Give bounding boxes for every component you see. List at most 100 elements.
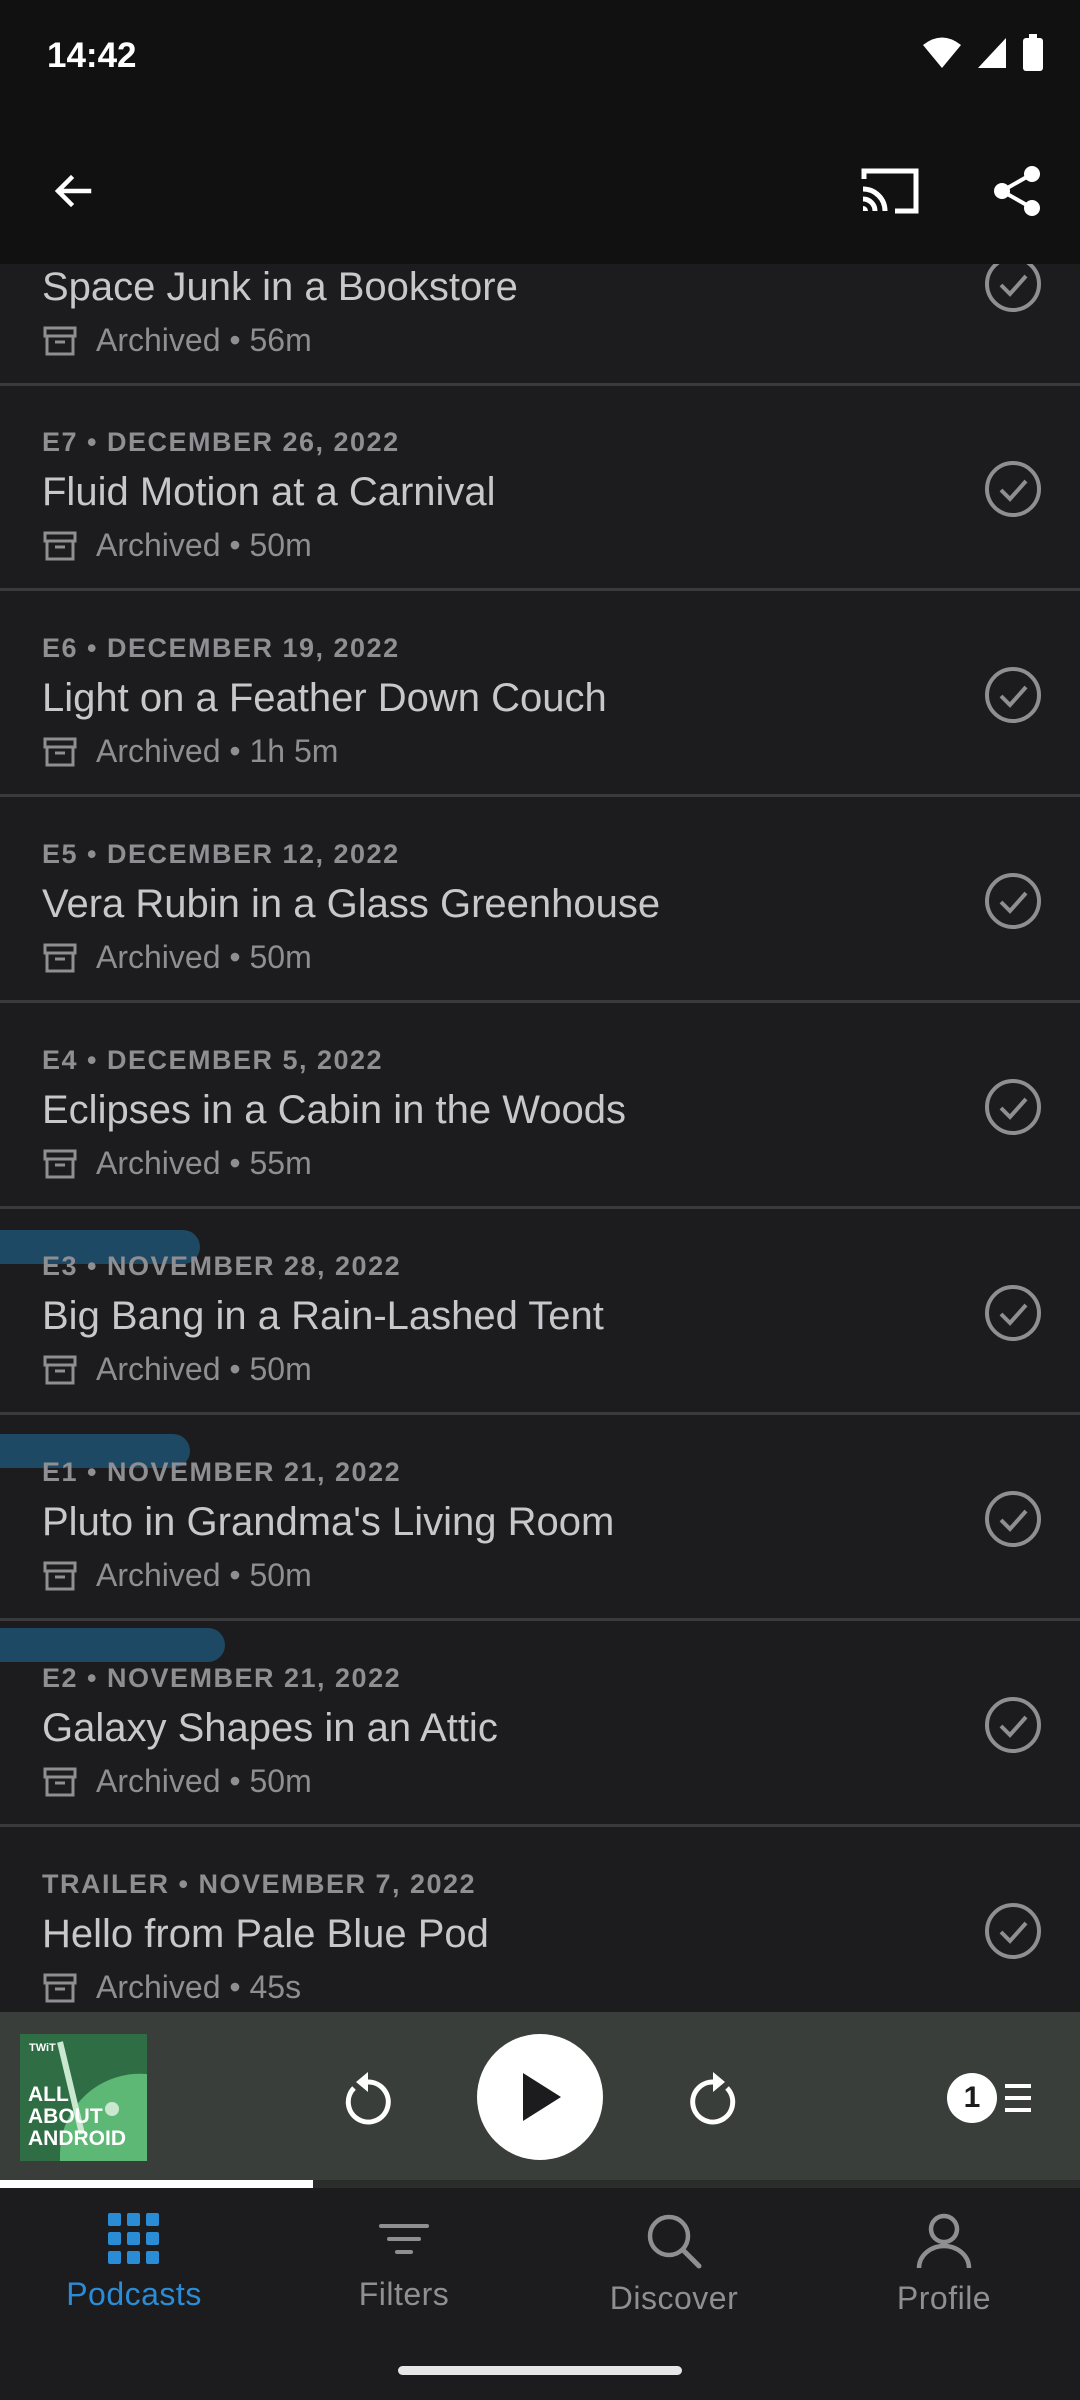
episode-meta: E2 • NOVEMBER 21, 2022 <box>42 1663 402 1693</box>
episode-status-text: Archived • 55m <box>96 1145 312 1181</box>
episode-meta: E7 • DECEMBER 26, 2022 <box>42 427 400 457</box>
nav-label: Discover <box>609 2280 739 2316</box>
episode-row[interactable]: E1 • NOVEMBER 21, 2022 Pluto in Grandma'… <box>0 1416 1080 1621</box>
episode-meta: TRAILER • NOVEMBER 7, 2022 <box>42 1869 477 1899</box>
artwork-brush-stroke <box>0 1628 225 1662</box>
archive-icon <box>43 1355 77 1384</box>
episode-meta: E4 • DECEMBER 5, 2022 <box>42 1045 384 1075</box>
episode-row[interactable]: E7 • DECEMBER 26, 2022 Fluid Motion at a… <box>0 386 1080 591</box>
podcast-artwork[interactable]: TWiT ALL ABOUT ANDROID <box>20 2034 147 2161</box>
skip-back-icon <box>345 2072 391 2125</box>
share-icon <box>994 166 1040 216</box>
episode-status-text: Archived • 1h 5m <box>96 733 339 769</box>
episode-row[interactable]: E3 • NOVEMBER 28, 2022 Big Bang in a Rai… <box>0 1210 1080 1415</box>
status-icons <box>922 34 1044 72</box>
episode-status: Archived • 50m <box>42 1763 312 1800</box>
played-check-icon[interactable] <box>984 1490 1042 1548</box>
archive-icon <box>43 1767 77 1796</box>
episode-title: Space Junk in a Bookstore <box>42 265 518 309</box>
episode-meta: E6 • DECEMBER 19, 2022 <box>42 633 400 663</box>
queue-count-badge: 1 <box>947 2073 997 2123</box>
profile-icon <box>916 2213 972 2269</box>
artwork-title: ALL ABOUT ANDROID <box>28 2083 126 2150</box>
back-button[interactable] <box>38 156 108 226</box>
grid-icon <box>108 2213 159 2264</box>
up-next-queue-button[interactable]: 1 <box>946 2068 1036 2128</box>
play-icon <box>523 2073 561 2121</box>
playback-progress-bar[interactable] <box>0 2180 1080 2188</box>
nav-filters[interactable]: Filters <box>304 2212 504 2313</box>
status-time: 14:42 <box>47 36 137 75</box>
played-check-icon[interactable] <box>984 460 1042 518</box>
play-button[interactable] <box>477 2034 603 2160</box>
nav-label: Profile <box>896 2280 992 2316</box>
archive-icon <box>43 1973 77 2002</box>
nav-label: Podcasts <box>66 2276 202 2312</box>
episode-row[interactable]: Space Junk in a Bookstore Archived • 56m <box>0 264 1080 386</box>
episode-status: Archived • 55m <box>42 1145 312 1182</box>
episode-title: Galaxy Shapes in an Attic <box>42 1706 498 1750</box>
episode-row[interactable]: E5 • DECEMBER 12, 2022 Vera Rubin in a G… <box>0 798 1080 1003</box>
episode-list[interactable]: Space Junk in a Bookstore Archived • 56m… <box>0 264 1080 2012</box>
artwork-brand: TWiT <box>29 2042 56 2054</box>
cast-icon <box>861 168 919 214</box>
episode-meta: E3 • NOVEMBER 28, 2022 <box>42 1251 402 1281</box>
share-button[interactable] <box>982 156 1052 226</box>
queue-list-icon <box>1005 2084 1031 2112</box>
episode-title: Vera Rubin in a Glass Greenhouse <box>42 882 661 926</box>
played-check-icon[interactable] <box>984 1902 1042 1960</box>
skip-back-button[interactable] <box>335 2065 401 2131</box>
episode-status-text: Archived • 50m <box>96 527 312 563</box>
episode-status: Archived • 50m <box>42 527 312 564</box>
nav-label: Filters <box>358 2276 450 2312</box>
played-check-icon[interactable] <box>984 1284 1042 1342</box>
episode-title: Pluto in Grandma's Living Room <box>42 1500 615 1544</box>
archive-icon <box>43 1149 77 1178</box>
skip-forward-icon <box>690 2072 736 2125</box>
episode-row[interactable]: E6 • DECEMBER 19, 2022 Light on a Feathe… <box>0 592 1080 797</box>
arrow-back-icon <box>54 174 92 208</box>
search-icon <box>647 2214 702 2269</box>
status-bar: 14:42 <box>0 0 1080 118</box>
nav-podcasts[interactable]: Podcasts <box>34 2212 234 2313</box>
archive-icon <box>43 943 77 972</box>
archive-icon <box>43 737 77 766</box>
nav-profile[interactable]: Profile <box>844 2212 1044 2317</box>
played-check-icon[interactable] <box>984 1078 1042 1136</box>
episode-status-text: Archived • 50m <box>96 1557 312 1593</box>
episode-row[interactable]: E4 • DECEMBER 5, 2022 Eclipses in a Cabi… <box>0 1004 1080 1209</box>
top-app-bar <box>0 118 1080 264</box>
episode-status: Archived • 1h 5m <box>42 733 338 770</box>
episode-status: Archived • 50m <box>42 1557 312 1594</box>
episode-status: Archived • 56m <box>42 322 312 359</box>
episode-status: Archived • 50m <box>42 1351 312 1388</box>
episode-meta: E5 • DECEMBER 12, 2022 <box>42 839 400 869</box>
episode-title: Big Bang in a Rain-Lashed Tent <box>42 1294 604 1338</box>
played-check-icon[interactable] <box>984 264 1042 313</box>
episode-status-text: Archived • 50m <box>96 939 312 975</box>
played-check-icon[interactable] <box>984 1696 1042 1754</box>
played-check-icon[interactable] <box>984 872 1042 930</box>
episode-title: Fluid Motion at a Carnival <box>42 470 496 514</box>
playback-progress-fill <box>0 2180 314 2188</box>
episode-status: Archived • 45s <box>42 1969 301 2006</box>
episode-row[interactable]: E2 • NOVEMBER 21, 2022 Galaxy Shapes in … <box>0 1622 1080 1827</box>
episode-title: Hello from Pale Blue Pod <box>42 1912 489 1956</box>
filter-icon <box>379 2224 429 2254</box>
archive-icon <box>43 1561 77 1590</box>
cast-button[interactable] <box>855 156 925 226</box>
gesture-navigation-bar[interactable] <box>398 2366 682 2375</box>
episode-row[interactable]: TRAILER • NOVEMBER 7, 2022 Hello from Pa… <box>0 1828 1080 2012</box>
mini-player[interactable]: TWiT ALL ABOUT ANDROID 1 <box>0 2012 1080 2184</box>
skip-forward-button[interactable] <box>680 2065 746 2131</box>
archive-icon <box>43 326 77 355</box>
played-check-icon[interactable] <box>984 666 1042 724</box>
episode-status-text: Archived • 50m <box>96 1351 312 1387</box>
episode-title: Light on a Feather Down Couch <box>42 676 607 720</box>
episode-status-text: Archived • 56m <box>96 322 312 358</box>
episode-status: Archived • 50m <box>42 939 312 976</box>
wifi-icon <box>923 37 961 68</box>
episode-status-text: Archived • 50m <box>96 1763 312 1799</box>
episode-meta: E1 • NOVEMBER 21, 2022 <box>42 1457 402 1487</box>
nav-discover[interactable]: Discover <box>574 2212 774 2317</box>
